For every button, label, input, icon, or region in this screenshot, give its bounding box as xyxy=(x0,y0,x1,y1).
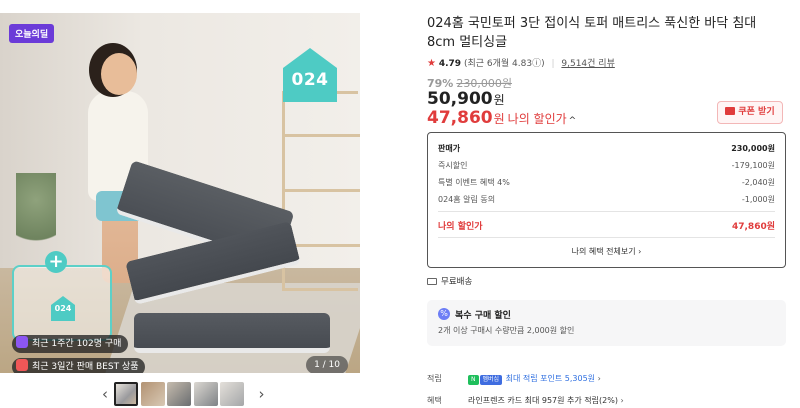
breakdown-label: 즉시할인 xyxy=(438,161,468,170)
thumbnail-3[interactable] xyxy=(167,382,191,406)
my-price-value: 47,860 xyxy=(427,108,493,128)
breakdown-divider xyxy=(438,237,775,238)
multi-buy-desc: 2개 이상 구매시 수량만큼 2,000원 할인 xyxy=(438,326,575,335)
rating-row: ★ 4.79 (최근 6개월 4.83ⓘ) | 9,514건 리뷰 xyxy=(427,58,615,69)
membership-badge: 멤버십 xyxy=(479,375,503,385)
image-page-counter: 1 / 10 xyxy=(306,356,348,373)
thumbnail-next-icon[interactable]: › xyxy=(253,381,271,407)
chevron-right-icon: › xyxy=(597,374,601,383)
today-deal-badge: 오늘의딜 xyxy=(9,24,55,43)
truck-icon xyxy=(427,278,437,285)
thumbnail-strip: ‹ › xyxy=(96,381,271,407)
my-discount-price[interactable]: 47,860원 나의 할인가 ^ xyxy=(427,108,576,128)
rating-recent-close: ) xyxy=(541,59,545,69)
recent-purchase-pill: 최근 1주간 102명 구매 xyxy=(12,335,129,353)
sale-price: 50,900원 xyxy=(427,89,505,109)
gift-icon xyxy=(16,359,28,371)
sale-price-unit: 원 xyxy=(493,93,505,107)
benefit-text: 라인프렌즈 카드 최대 957원 추가 적립(2%) xyxy=(468,396,618,405)
breakdown-my-price-value: 47,860원 xyxy=(731,222,775,232)
sale-price-value: 50,900 xyxy=(427,89,493,109)
card-benefit-row[interactable]: 혜택 라인프렌즈 카드 최대 957원 추가 적립(2%) › xyxy=(427,395,624,406)
points-row[interactable]: 적립 N 멤버십 최대 적립 포인트 5,305원 › xyxy=(427,373,601,385)
multi-buy-title: 복수 구매 할인 xyxy=(455,311,511,321)
breakdown-row-special-event: 특별 이벤트 혜택 4% -2,040원 xyxy=(438,177,775,188)
my-price-label: 나의 할인가 xyxy=(507,112,567,126)
best-seller-pill: 최근 3일간 판매 BEST 상품 xyxy=(12,358,146,373)
storage-bag-illustration: 024 xyxy=(12,265,112,341)
multi-buy-discount-box: % 복수 구매 할인 2개 이상 구매시 수량만큼 2,000원 할인 xyxy=(427,300,786,346)
breakdown-label: 024홈 알림 동의 xyxy=(438,195,496,204)
thumbnail-2[interactable] xyxy=(140,382,165,406)
coupon-icon xyxy=(725,107,736,115)
breakdown-value: -2,040원 xyxy=(741,178,775,187)
breakdown-row-notification: 024홈 알림 동의 -1,000원 xyxy=(438,194,775,205)
photo-person-head xyxy=(101,53,137,95)
shipping-info: 무료배송 xyxy=(427,275,472,287)
plus-icon: + xyxy=(45,251,67,273)
breakdown-row-list-price: 판매가 230,000원 xyxy=(438,143,775,154)
breakdown-value: -1,000원 xyxy=(741,195,775,204)
product-title: 024홈 국민토퍼 3단 접이식 토퍼 매트리스 푹신한 바닥 침대 8cm 멀… xyxy=(427,16,757,50)
points-label: 적립 xyxy=(427,374,442,383)
rating-score: 4.79 xyxy=(438,59,462,69)
thumbnail-4[interactable] xyxy=(193,382,218,406)
chevron-up-icon[interactable]: ^ xyxy=(569,116,577,126)
thumbnail-prev-icon[interactable]: ‹ xyxy=(96,381,114,407)
bag-brand-logo-text: 024 xyxy=(54,304,72,313)
shipping-label: 무료배송 xyxy=(441,277,473,287)
brand-logo: 024 xyxy=(282,46,338,102)
price-breakdown-box: 판매가 230,000원 즉시할인 -179,100원 특별 이벤트 혜택 4%… xyxy=(427,132,786,268)
info-icon[interactable]: ⓘ xyxy=(532,59,541,69)
chevron-right-icon: › xyxy=(620,396,624,405)
breakdown-divider xyxy=(438,211,775,212)
breakdown-value: -179,100원 xyxy=(731,161,775,170)
brand-logo-text: 024 xyxy=(291,70,329,90)
naver-pay-badge: N xyxy=(468,375,479,385)
breakdown-row-instant-discount: 즉시할인 -179,100원 xyxy=(438,160,775,171)
cart-icon xyxy=(16,336,28,348)
percent-icon: % xyxy=(438,308,450,320)
bag-brand-logo: 024 xyxy=(50,295,76,321)
my-price-unit: 원 xyxy=(493,112,505,126)
recent-purchase-text: 최근 1주간 102명 구매 xyxy=(32,339,122,349)
photo-mattress-fold-bottom xyxy=(134,313,330,353)
breakdown-my-price-label: 나의 할인가 xyxy=(438,222,483,232)
get-coupon-button[interactable]: 쿠폰 받기 xyxy=(717,101,783,124)
product-image-gallery[interactable]: 오늘의딜 024 024 + 최근 1주간 102명 구매 최근 3일간 판매 … xyxy=(0,13,360,373)
star-icon: ★ xyxy=(427,58,436,69)
best-seller-text: 최근 3일간 판매 BEST 상품 xyxy=(32,362,139,372)
coupon-button-label: 쿠폰 받기 xyxy=(738,107,775,117)
points-text: 최대 적립 포인트 5,305원 xyxy=(505,374,596,383)
breakdown-value: 230,000원 xyxy=(731,144,775,153)
breakdown-label: 특별 이벤트 혜택 4% xyxy=(438,178,510,187)
breakdown-row-my-price: 나의 할인가 47,860원 xyxy=(438,219,775,232)
rating-recent: (최근 6개월 4.83 xyxy=(463,59,533,69)
view-all-benefits-link[interactable]: 나의 혜택 전체보기 › xyxy=(428,246,785,257)
thumbnail-1[interactable] xyxy=(114,382,138,406)
thumbnail-5[interactable] xyxy=(220,382,244,406)
bonus-bag-card: 024 + xyxy=(12,251,112,341)
breakdown-label: 판매가 xyxy=(438,144,461,153)
benefit-label: 혜택 xyxy=(427,396,442,405)
photo-plant xyxy=(16,173,56,263)
review-count-link[interactable]: 9,514건 리뷰 xyxy=(561,59,614,69)
